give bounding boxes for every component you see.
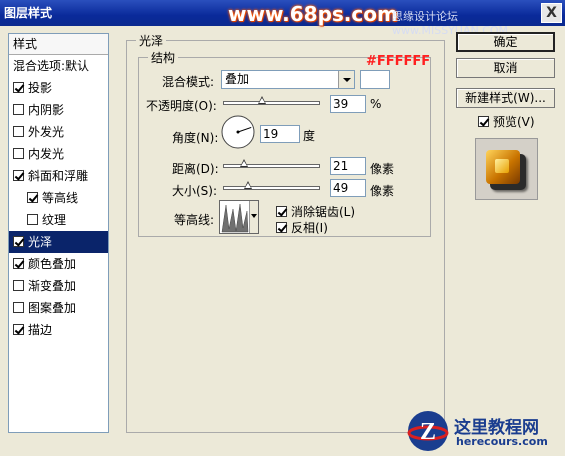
sidebar-item-inner-glow[interactable]: 内发光: [9, 143, 108, 165]
texture-checkbox[interactable]: [27, 214, 38, 225]
chevron-down-icon: [251, 214, 257, 218]
angle-dial[interactable]: [220, 114, 256, 150]
angle-label: 角度(N):: [172, 131, 219, 145]
sidebar-item-color-overlay[interactable]: 颜色叠加: [9, 253, 108, 275]
sidebar-item-label: 内阴影: [28, 103, 65, 117]
anti-alias-label: 消除锯齿(L): [291, 205, 356, 219]
contour-checkbox[interactable]: [27, 192, 38, 203]
panel-title: 光泽: [136, 32, 167, 49]
angle-unit: 度: [303, 129, 316, 143]
styles-header[interactable]: 样式: [9, 34, 108, 55]
satin-checkbox[interactable]: [13, 236, 24, 247]
watermark-text: www.68ps.com: [228, 2, 398, 26]
angle-input[interactable]: 19: [260, 125, 300, 143]
inner-shadow-checkbox[interactable]: [13, 104, 24, 115]
sidebar-item-contour[interactable]: 等高线: [9, 187, 108, 209]
title-bar: 图层样式 www.68ps.com 思缘设计论坛 www.MISSYUAN.CO…: [0, 0, 565, 37]
cancel-button[interactable]: 取消: [456, 58, 555, 78]
opacity-input[interactable]: 39: [330, 95, 366, 113]
preview-gold-shape: [486, 150, 520, 184]
sidebar-item-drop-shadow[interactable]: 投影: [9, 77, 108, 99]
preview-checkbox[interactable]: [478, 116, 489, 127]
style-list: 样式 混合选项:默认 投影 内阴影 外发光 内发光 斜面和浮雕 等高线 纹理 光…: [8, 33, 109, 433]
color-overlay-checkbox[interactable]: [13, 258, 24, 269]
logo-url: herecours.com: [456, 435, 548, 448]
size-label: 大小(S):: [172, 184, 218, 198]
close-button[interactable]: X: [541, 3, 562, 23]
invert-checkbox[interactable]: [276, 222, 287, 233]
sidebar-item-label: 纹理: [42, 213, 67, 227]
inner-glow-checkbox[interactable]: [13, 148, 24, 159]
invert-option[interactable]: 反相(I): [276, 219, 328, 236]
sidebar-item-label: 渐变叠加: [28, 279, 77, 293]
distance-slider[interactable]: [223, 159, 320, 168]
window-title: 图层样式: [4, 6, 53, 20]
sidebar-item-label: 外发光: [28, 125, 65, 139]
sidebar-item-inner-shadow[interactable]: 内阴影: [9, 99, 108, 121]
sidebar-item-label: 内发光: [28, 147, 65, 161]
distance-input[interactable]: 21: [330, 157, 366, 175]
sidebar-item-label: 混合选项:默认: [13, 59, 90, 73]
size-slider[interactable]: [223, 181, 320, 190]
gradient-overlay-checkbox[interactable]: [13, 280, 24, 291]
sidebar-item-stroke[interactable]: 描边: [9, 319, 108, 341]
new-style-button[interactable]: 新建样式(W)...: [456, 88, 555, 108]
sidebar-item-pattern-overlay[interactable]: 图案叠加: [9, 297, 108, 319]
contour-picker[interactable]: [219, 200, 259, 234]
sidebar-item-label: 斜面和浮雕: [28, 169, 89, 183]
sidebar-item-blending-options[interactable]: 混合选项:默认: [9, 55, 108, 77]
contour-dropdown-arrow[interactable]: [249, 201, 258, 233]
gloss-color-swatch[interactable]: [360, 70, 390, 89]
preview-option[interactable]: 预览(V): [478, 113, 535, 130]
sidebar-item-outer-glow[interactable]: 外发光: [9, 121, 108, 143]
sidebar-item-satin[interactable]: 光泽: [9, 231, 108, 253]
drop-shadow-checkbox[interactable]: [13, 82, 24, 93]
blend-mode-label: 混合模式:: [162, 75, 215, 89]
preview-label: 预览(V): [493, 115, 535, 129]
contour-label: 等高线:: [174, 213, 215, 227]
color-annotation: #FFFFFF: [366, 54, 431, 69]
anti-alias-checkbox[interactable]: [276, 206, 287, 217]
pattern-overlay-checkbox[interactable]: [13, 302, 24, 313]
size-unit: 像素: [370, 184, 395, 198]
sidebar-item-label: 描边: [28, 323, 53, 337]
sidebar-item-label: 等高线: [42, 191, 79, 205]
ok-button[interactable]: 确定: [456, 32, 555, 52]
site-logo: Z 这里教程网 herecours.com: [404, 408, 564, 454]
blend-mode-value: 叠加: [225, 72, 250, 86]
distance-unit: 像素: [370, 162, 395, 176]
distance-slider-thumb[interactable]: [240, 159, 248, 167]
opacity-slider[interactable]: [223, 96, 320, 105]
opacity-slider-thumb[interactable]: [258, 96, 266, 104]
sidebar-item-label: 投影: [28, 81, 53, 95]
sidebar-item-label: 光泽: [28, 235, 53, 249]
svg-text:Z: Z: [420, 419, 436, 445]
sidebar-item-bevel-emboss[interactable]: 斜面和浮雕: [9, 165, 108, 187]
style-preview-thumbnail: [475, 138, 538, 200]
angle-dial-center: [236, 130, 240, 134]
outer-glow-checkbox[interactable]: [13, 126, 24, 137]
sidebar-item-label: 图案叠加: [28, 301, 77, 315]
invert-label: 反相(I): [291, 221, 328, 235]
bevel-emboss-checkbox[interactable]: [13, 170, 24, 181]
chevron-down-icon: [338, 71, 354, 88]
distance-label: 距离(D):: [172, 162, 219, 176]
size-slider-thumb[interactable]: [244, 181, 252, 189]
blend-mode-select[interactable]: 叠加: [221, 70, 355, 89]
sidebar-item-texture[interactable]: 纹理: [9, 209, 108, 231]
sidebar-item-label: 颜色叠加: [28, 257, 77, 271]
sidebar-item-gradient-overlay[interactable]: 渐变叠加: [9, 275, 108, 297]
opacity-label: 不透明度(O):: [146, 99, 217, 113]
anti-alias-option[interactable]: 消除锯齿(L): [276, 203, 355, 220]
size-input[interactable]: 49: [330, 179, 366, 197]
structure-group-title: 结构: [148, 49, 179, 66]
logo-emblem-icon: Z: [407, 411, 449, 451]
stroke-checkbox[interactable]: [13, 324, 24, 335]
opacity-unit: %: [370, 97, 382, 111]
contour-curve-icon: [221, 203, 249, 233]
preview-gold-inner: [495, 159, 509, 173]
